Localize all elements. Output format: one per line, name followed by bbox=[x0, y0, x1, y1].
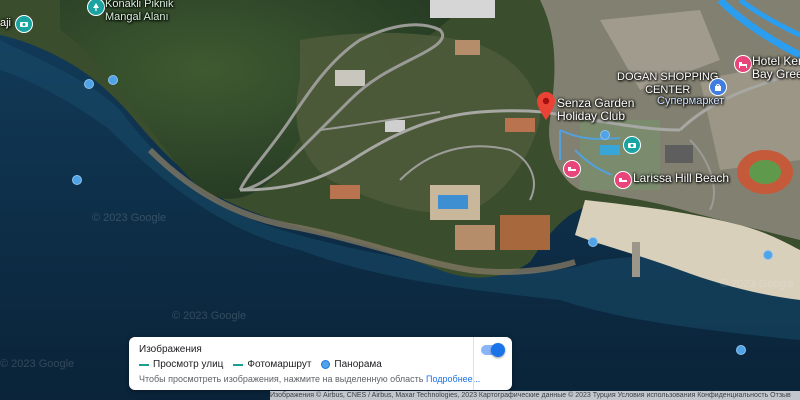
bed-icon[interactable] bbox=[614, 171, 632, 189]
toggle-knob[interactable] bbox=[491, 343, 505, 357]
photo-route-dash-icon bbox=[233, 363, 244, 366]
map-attribution: Изображения © Airbus, CNES / Airbus, Max… bbox=[270, 391, 800, 400]
legend-panorama-label: Панорама bbox=[334, 359, 382, 370]
panorama-dot[interactable] bbox=[108, 75, 118, 85]
legend-photo-route: Фотомаршрут bbox=[233, 359, 311, 370]
panel-divider bbox=[473, 337, 474, 390]
building bbox=[330, 185, 360, 199]
camera-icon[interactable] bbox=[623, 136, 641, 154]
location-pin-icon[interactable] bbox=[537, 92, 555, 120]
swimming-pool bbox=[438, 195, 468, 209]
building bbox=[385, 120, 405, 132]
map-watermark: © 2023 Google bbox=[92, 212, 167, 224]
panorama-dot[interactable] bbox=[72, 175, 82, 185]
panorama-dot[interactable] bbox=[736, 345, 746, 355]
panorama-dot[interactable] bbox=[84, 79, 94, 89]
stadium-field bbox=[749, 160, 781, 184]
piknik-label[interactable]: Konakli Piknik Mangal Alanı bbox=[105, 0, 173, 24]
legend-street-view-label: Просмотр улиц bbox=[153, 359, 224, 370]
building bbox=[455, 40, 480, 55]
legend-street-view: Просмотр улиц bbox=[139, 359, 223, 370]
imagery-layer-panel: Изображения Просмотр улиц Фотомаршрут Па… bbox=[129, 337, 512, 390]
building bbox=[455, 225, 495, 250]
bed-icon[interactable] bbox=[563, 160, 581, 178]
imagery-legend: Просмотр улиц Фотомаршрут Панорама bbox=[139, 359, 382, 370]
map-watermark: © 2023 Google bbox=[0, 358, 75, 370]
shopping-bag-icon[interactable] bbox=[709, 78, 727, 96]
building bbox=[505, 118, 535, 132]
building bbox=[335, 70, 365, 86]
layer-panel-title: Изображения bbox=[139, 344, 202, 355]
map-watermark: © 2023 Google bbox=[172, 310, 247, 322]
panorama-dot[interactable] bbox=[600, 130, 610, 140]
building bbox=[500, 215, 550, 250]
layer-hint-text: Чтобы просмотреть изображения, нажмите н… bbox=[139, 374, 480, 384]
hint-text: Чтобы просмотреть изображения, нажмите н… bbox=[139, 374, 424, 384]
imagery-toggle[interactable] bbox=[481, 343, 505, 357]
map-watermark: © 2023 Google bbox=[720, 278, 795, 290]
senza-label[interactable]: Senza Garden Holiday Club bbox=[557, 97, 634, 123]
supermarket-label[interactable]: Супермаркет bbox=[657, 95, 724, 108]
panorama-dot-icon bbox=[321, 360, 331, 369]
panorama-dot[interactable] bbox=[588, 237, 598, 247]
left-edge-label[interactable]: aji bbox=[0, 17, 11, 30]
hotel-label[interactable]: Hotel Ken Bay Green bbox=[752, 55, 800, 81]
building bbox=[430, 0, 495, 18]
dogan-label[interactable]: DOGAN SHOPPING CENTER bbox=[617, 71, 718, 97]
pier bbox=[632, 242, 640, 277]
legend-photo-route-label: Фотомаршрут bbox=[247, 359, 312, 370]
legend-panorama: Панорама bbox=[321, 359, 382, 370]
panorama-dot[interactable] bbox=[763, 250, 773, 260]
camera-icon[interactable] bbox=[15, 15, 33, 33]
bed-icon[interactable] bbox=[734, 55, 752, 73]
building bbox=[665, 145, 693, 163]
larissa-label[interactable]: Larissa Hill Beach bbox=[633, 172, 729, 185]
swimming-pool bbox=[600, 145, 620, 155]
street-view-line-icon bbox=[139, 363, 149, 366]
